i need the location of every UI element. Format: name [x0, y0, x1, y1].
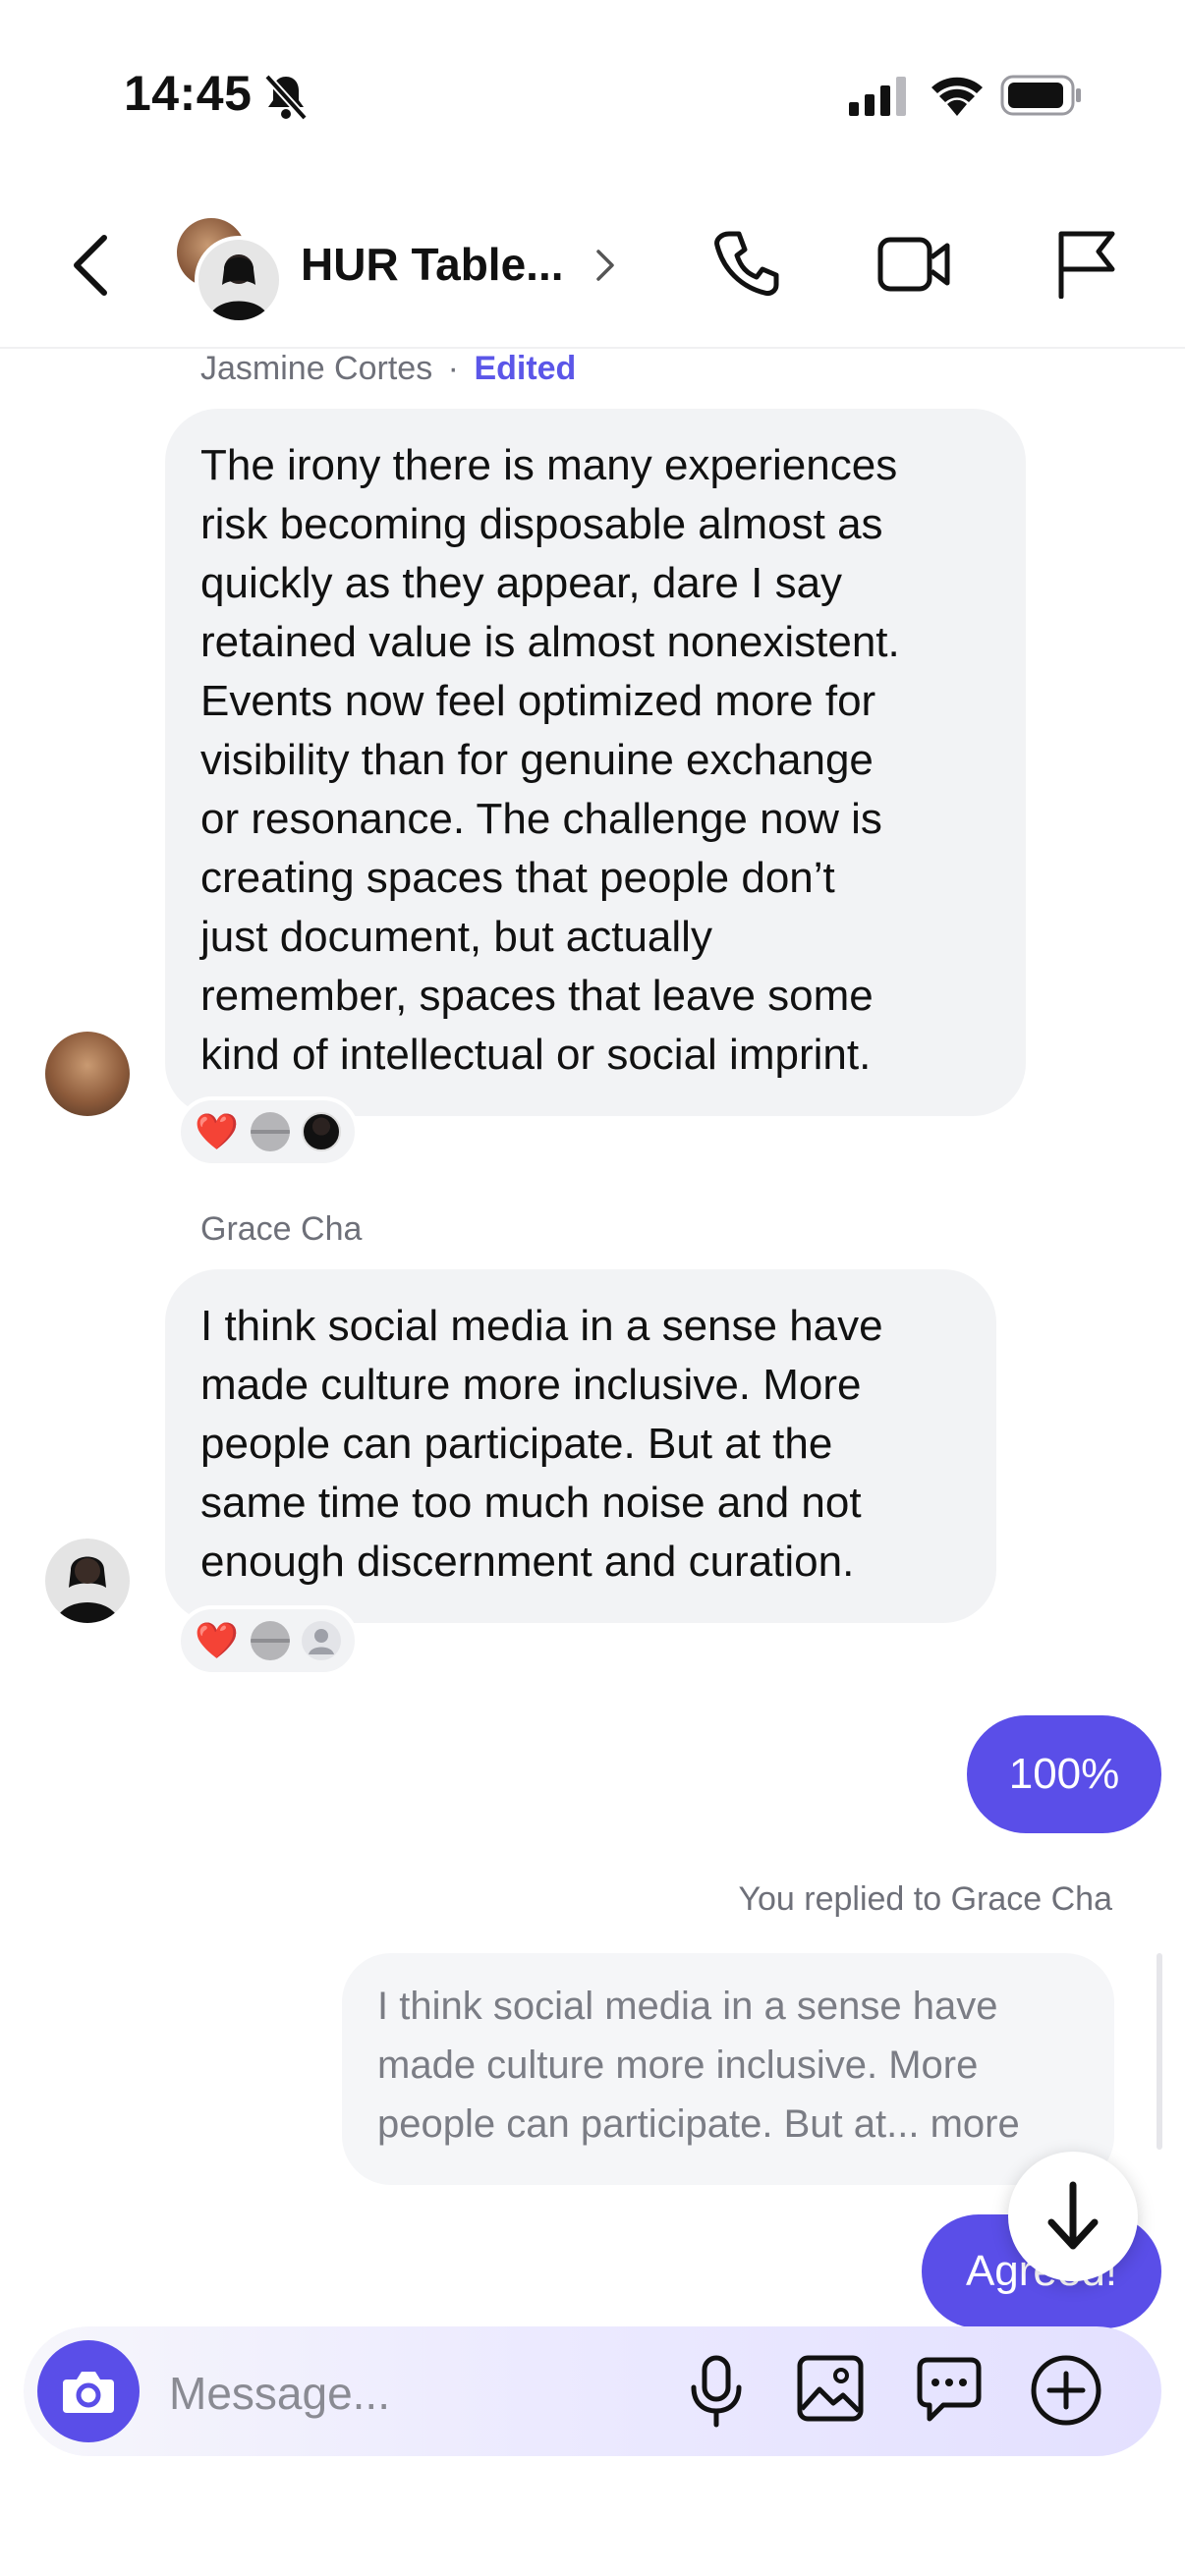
video-icon[interactable] [876, 228, 951, 299]
image-icon[interactable] [796, 2354, 865, 2423]
reaction-avatar [250, 1112, 290, 1151]
message-line: people can participate. But at the [200, 1420, 833, 1468]
heart-reaction: ❤️ [195, 1111, 239, 1151]
message-bubble[interactable]: I think social media in a sense have mad… [165, 1269, 996, 1623]
reactions-bar[interactable]: ❤️ [177, 1605, 359, 1676]
sender-avatar[interactable] [45, 1539, 130, 1623]
quoted-line: made culture more inclusive. More [377, 2044, 979, 2087]
heart-reaction: ❤️ [195, 1620, 239, 1660]
wifi-icon [931, 77, 983, 116]
message-line: same time too much noise and not [200, 1479, 862, 1527]
battery-icon [1000, 75, 1081, 116]
message-line: visibility than for genuine exchange [200, 736, 874, 784]
header-divider [0, 347, 1185, 349]
message-line: or resonance. The challenge now is [200, 795, 882, 843]
reactions-bar[interactable]: ❤️ [177, 1096, 359, 1167]
message-line: kind of intellectual or social imprint. [200, 1031, 872, 1079]
reaction-avatar [250, 1621, 290, 1660]
phone-icon[interactable] [711, 228, 782, 299]
sender-name: Grace Cha [200, 1210, 363, 1248]
sender-avatar[interactable] [45, 1032, 130, 1116]
message-line: just document, but actually [200, 913, 712, 961]
message-bubble[interactable]: The irony there is many experiences risk… [165, 409, 1026, 1116]
message-line: risk becoming disposable almost as [200, 500, 883, 548]
signal-icon [849, 77, 906, 116]
separator: · [447, 350, 459, 387]
status-time: 14:45 [124, 66, 253, 121]
sender-name-text: Jasmine Cortes [200, 350, 433, 387]
message-line: quickly as they appear, dare I say [200, 559, 843, 607]
flag-icon[interactable] [1053, 228, 1118, 299]
outgoing-message[interactable]: 100% [967, 1715, 1161, 1833]
camera-button[interactable] [37, 2340, 140, 2442]
message-line: Events now feel optimized more for [200, 677, 876, 725]
quoted-line: people can participate. But at... more [377, 2102, 1020, 2146]
chat-bubble-icon[interactable] [914, 2354, 985, 2425]
message-line: remember, spaces that leave some [200, 972, 874, 1020]
microphone-icon[interactable] [688, 2354, 745, 2429]
quoted-line: I think social media in a sense have [377, 1985, 998, 2028]
edited-label[interactable]: Edited [474, 350, 576, 387]
quoted-message[interactable]: I think social media in a sense have mad… [342, 1953, 1114, 2185]
message-input[interactable] [167, 2358, 662, 2429]
sender-name: Jasmine Cortes · Edited [200, 350, 576, 388]
scroll-to-bottom-button[interactable] [1008, 2152, 1138, 2281]
message-line: I think social media in a sense have [200, 1302, 883, 1350]
message-line: retained value is almost nonexistent. [200, 618, 900, 666]
plus-circle-icon[interactable] [1030, 2354, 1102, 2427]
message-line: made culture more inclusive. More [200, 1361, 862, 1409]
chevron-right-icon[interactable] [593, 248, 617, 283]
back-chevron-icon[interactable] [67, 232, 116, 299]
scrollbar[interactable] [1157, 1953, 1162, 2150]
reply-note: You replied to Grace Cha [738, 1880, 1112, 1918]
arrow-down-icon [1047, 2181, 1099, 2250]
message-line: enough discernment and curation. [200, 1538, 855, 1586]
group-avatar-front [195, 236, 283, 324]
group-avatar[interactable] [173, 214, 283, 324]
reaction-avatar-placeholder [301, 1621, 341, 1660]
bell-slash-icon [264, 74, 308, 121]
message-line: creating spaces that people don’t [200, 854, 835, 902]
reaction-avatar [301, 1112, 341, 1151]
message-line: The irony there is many experiences [200, 441, 898, 489]
chat-title[interactable]: HUR Table... [301, 238, 564, 291]
camera-icon [63, 2372, 114, 2413]
